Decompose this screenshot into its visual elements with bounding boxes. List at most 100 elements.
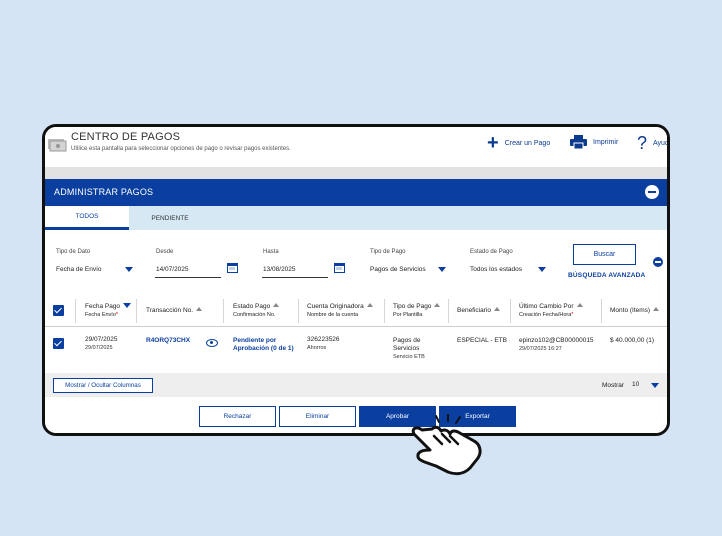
page-size-select[interactable]: 10 (632, 381, 639, 388)
sort-icon (196, 307, 203, 311)
select-all-checkbox[interactable] (53, 305, 64, 316)
hasta-input[interactable]: 13/08/2025 (263, 266, 296, 273)
col-estado-label: Estado Pago (233, 303, 271, 310)
column-divider (384, 299, 385, 323)
cell-beneficiario: ESPECIAL - ETB (457, 337, 507, 344)
col-ultimo-sub: Creación Fecha/Hora (519, 312, 572, 318)
table-footer: Mostrar / Ocultar Columnas Mostrar 10 (45, 373, 667, 397)
col-fecha[interactable]: Fecha Pago Fecha Envío* (85, 302, 132, 320)
delete-button[interactable]: Eliminar (279, 406, 356, 427)
tipo-plantilla: Servicio ETB (393, 354, 425, 360)
sort-icon (653, 307, 660, 311)
desde-input[interactable]: 14/07/2025 (156, 266, 189, 273)
col-ultimo-label: Último Cambio Por (519, 303, 574, 310)
col-transaccion-label: Transacción No. (146, 307, 194, 314)
sort-icon (576, 303, 583, 307)
search-button[interactable]: Buscar (573, 244, 636, 265)
calendar-icon[interactable] (227, 263, 238, 273)
fecha-pago: 29/07/2025 (85, 336, 118, 343)
tab-pendiente-label: PENDIENTE (151, 214, 189, 222)
hasta-label: Hasta (263, 249, 279, 255)
ultimo-usuario: epinzo102@CB00000015 (519, 337, 594, 344)
tipo-pago-label: Tipo de Pago (370, 249, 406, 255)
page-header: CENTRO DE PAGOS Utilice esta pantalla pa… (45, 127, 667, 167)
col-estado[interactable]: Estado Pago Confirmación No. (233, 302, 280, 320)
status-link[interactable]: Pendiente por Aprobación (0 de 1) (233, 337, 295, 353)
section-title: ADMINISTRAR PAGOS (54, 187, 154, 197)
col-fecha-label: Fecha Pago (85, 303, 121, 310)
col-cuenta-label: Cuenta Originadora (307, 303, 364, 310)
collapse-filters-button[interactable] (653, 257, 663, 267)
col-monto[interactable]: Monto (Items) (610, 306, 660, 315)
eye-icon[interactable] (206, 339, 218, 347)
sort-icon (493, 307, 500, 311)
col-cuenta-sub: Nombre de la cuenta (307, 312, 359, 318)
column-divider (510, 299, 511, 323)
page-title: CENTRO DE PAGOS (71, 131, 181, 143)
printer-icon (570, 135, 587, 149)
tab-pendiente[interactable]: PENDIENTE (129, 206, 211, 230)
transaction-link[interactable]: R4ORQ73CHX (146, 337, 190, 345)
create-payment-button[interactable]: + Crear un Pago (487, 133, 550, 153)
estado-pago-select[interactable]: Todos los estados (470, 266, 522, 273)
row-checkbox[interactable] (53, 338, 64, 349)
col-ultimo[interactable]: Último Cambio Por Creación Fecha/Hora* (519, 302, 583, 320)
chevron-down-icon[interactable] (538, 267, 546, 272)
table-header: Fecha Pago Fecha Envío* Transacción No. … (45, 293, 667, 327)
tab-bar: TODOS PENDIENTE (45, 206, 667, 230)
col-cuenta[interactable]: Cuenta Originadora Nombre de la cuenta (307, 302, 373, 320)
col-estado-sub: Confirmación No. (233, 312, 276, 318)
desde-label: Desde (156, 249, 174, 255)
desde-underline (155, 277, 221, 278)
required-mark: * (115, 312, 119, 318)
hasta-underline (262, 277, 328, 278)
page-subtitle: Utilice esta pantalla para seleccionar o… (71, 146, 291, 152)
column-divider (298, 299, 299, 323)
cell-tipo: Pagos de Servicios Servicio ETB (393, 337, 437, 361)
column-divider (136, 299, 137, 323)
chevron-down-icon[interactable] (651, 383, 659, 388)
help-label: Ayud (653, 139, 669, 147)
collapse-section-button[interactable] (645, 185, 659, 199)
cuenta-nombre: Ahorros (307, 345, 327, 351)
ultimo-fecha: 29/07/2025 16:27 (519, 346, 562, 352)
section-header: ADMINISTRAR PAGOS (45, 179, 667, 206)
tipo-dato-select[interactable]: Fecha de Envío (56, 266, 102, 273)
fecha-envio: 29/07/2025 (85, 345, 113, 351)
advanced-search-link[interactable]: BÚSQUEDA AVANZADA (568, 272, 645, 279)
sort-desc-icon (123, 303, 132, 308)
help-button[interactable]: ? Ayud (637, 133, 669, 153)
column-divider (75, 299, 76, 323)
cell-fecha: 29/07/2025 29/07/2025 (85, 336, 118, 352)
help-icon: ? (637, 133, 648, 153)
reject-button[interactable]: Rechazar (199, 406, 276, 427)
col-beneficiario[interactable]: Beneficiario (457, 306, 500, 315)
col-monto-label: Monto (Items) (610, 307, 651, 314)
col-tipo[interactable]: Tipo de Pago Por Plantilla (393, 302, 441, 320)
app-window: CENTRO DE PAGOS Utilice esta pantalla pa… (42, 124, 670, 436)
col-beneficiario-label: Beneficiario (457, 307, 491, 314)
toggle-columns-button[interactable]: Mostrar / Ocultar Columnas (53, 378, 153, 393)
sort-icon (434, 303, 441, 307)
col-fecha-sub: Fecha Envío (85, 312, 116, 318)
tipo-pago: Pagos de Servicios (393, 337, 421, 352)
col-transaccion[interactable]: Transacción No. (146, 306, 203, 315)
tipo-pago-select[interactable]: Pagos de Servicios (370, 266, 426, 273)
sort-icon (273, 303, 280, 307)
chevron-down-icon[interactable] (438, 267, 446, 272)
print-button[interactable]: Imprimir (570, 135, 618, 149)
col-tipo-sub: Por Plantilla (393, 312, 423, 318)
cell-cuenta: 326223526 Ahorros (307, 336, 340, 352)
cell-monto: $ 40.000,00 (1) (610, 337, 655, 344)
required-mark: * (571, 312, 574, 318)
sort-icon (366, 303, 373, 307)
cell-ultimo: epinzo102@CB00000015 29/07/2025 16:27 (519, 337, 594, 353)
pointer-hand-icon (411, 414, 482, 476)
estado-pago-label: Estado de Pago (470, 249, 513, 255)
column-divider (223, 299, 224, 323)
column-divider (601, 299, 602, 323)
page-size-label: Mostrar (602, 382, 625, 389)
calendar-icon[interactable] (334, 263, 345, 273)
chevron-down-icon[interactable] (125, 267, 133, 272)
table-row[interactable]: 29/07/2025 29/07/2025 R4ORQ73CHX Pendien… (45, 327, 667, 371)
